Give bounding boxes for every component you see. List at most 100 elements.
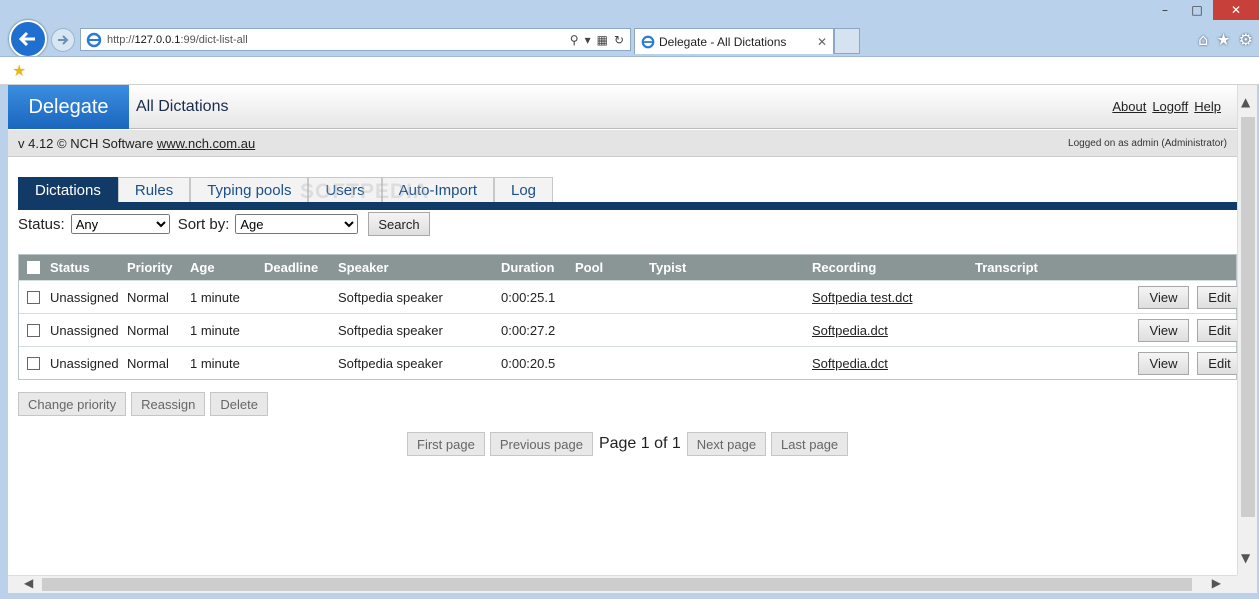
about-link[interactable]: About [1112,99,1146,114]
recording-link[interactable]: Softpedia test.dct [812,290,912,305]
ie-logo-icon [641,35,655,48]
refresh-icon[interactable]: ↻ [614,33,624,47]
favorites-star-icon[interactable]: ★ [1216,30,1230,49]
help-link[interactable]: Help [1194,99,1221,114]
dictations-table: Status Priority Age Deadline Speaker Dur… [18,254,1237,380]
col-status[interactable]: Status [50,255,90,280]
table-row: Unassigned Normal 1 minute Softpedia spe… [19,346,1237,379]
main-tabs: Dictations Rules Typing pools Users Auto… [18,177,554,202]
row-age: 1 minute [190,322,240,338]
browser-tab[interactable]: Delegate - All Dictations ✕ [634,28,834,54]
first-page-button[interactable]: First page [407,432,485,456]
scroll-up-icon[interactable]: ▲ [1241,95,1250,109]
address-bar[interactable]: http://127.0.0.1:99/dict-list-all ⚲ ▾ ▦ … [80,28,631,51]
gear-icon[interactable]: ⚙ [1239,30,1253,49]
col-pool[interactable]: Pool [575,255,603,280]
view-button[interactable]: View [1138,285,1189,309]
pagination: First page Previous page Page 1 of 1 Nex… [407,432,849,456]
version-text: v 4.12 © NCH Software www.nch.com.au [18,136,256,151]
tab-dictations[interactable]: Dictations [18,177,118,202]
sort-label: Sort by: [177,215,230,233]
dropdown-arrow-icon[interactable]: ▾ [585,33,591,47]
edit-button[interactable]: Edit [1197,285,1237,309]
home-icon[interactable]: ⌂ [1198,30,1208,49]
last-page-button[interactable]: Last page [771,432,849,456]
table-row: Unassigned Normal 1 minute Softpedia spe… [19,280,1237,313]
page-indicator: Page 1 of 1 [598,435,681,452]
scroll-right-icon[interactable]: ▶ [1212,576,1221,590]
minimize-icon[interactable]: – [1149,0,1181,20]
col-speaker[interactable]: Speaker [338,255,389,280]
col-recording[interactable]: Recording [812,255,876,280]
version-bar: v 4.12 © NCH Software www.nch.com.au Log… [8,130,1237,157]
row-priority: Normal [127,289,169,305]
maximize-icon[interactable]: □ [1181,0,1213,20]
col-deadline[interactable]: Deadline [264,255,318,280]
compatibility-view-icon[interactable]: ▦ [597,33,608,47]
filter-bar: Status: Any Sort by: Age Search [18,212,430,236]
horizontal-scroll-thumb[interactable] [42,578,1192,591]
add-favorites-icon[interactable]: ★ [12,61,26,80]
close-tab-icon[interactable]: ✕ [817,35,827,49]
reassign-button[interactable]: Reassign [131,392,206,416]
col-age[interactable]: Age [190,255,215,280]
vertical-scroll-thumb[interactable] [1241,117,1255,517]
forward-button[interactable] [51,28,75,52]
tab-underline [18,202,1237,210]
recording-link[interactable]: Softpedia.dct [812,323,888,338]
table-header: Status Priority Age Deadline Speaker Dur… [19,255,1236,280]
scroll-down-icon[interactable]: ▼ [1241,551,1250,565]
tab-log[interactable]: Log [494,177,554,202]
delete-button[interactable]: Delete [210,392,268,416]
scrollbar-corner [1237,575,1257,593]
row-duration: 0:00:27.2 [501,322,556,338]
row-speaker: Softpedia speaker [338,322,443,338]
col-priority[interactable]: Priority [127,255,173,280]
back-arrow-icon [18,31,35,47]
tab-rules[interactable]: Rules [117,177,191,202]
brand-logo[interactable]: Delegate [8,85,129,129]
col-duration[interactable]: Duration [501,255,554,280]
watermark: SOFTPEDIA [300,180,430,203]
new-tab-button[interactable] [834,28,860,54]
col-transcript[interactable]: Transcript [975,255,1038,280]
edit-button[interactable]: Edit [1197,318,1237,342]
view-button[interactable]: View [1138,318,1189,342]
search-button[interactable]: Search [368,212,430,236]
tab-typing-pools[interactable]: Typing pools [190,177,309,202]
window-controls: – □ ✕ [1149,0,1259,22]
recording-link[interactable]: Softpedia.dct [812,356,888,371]
change-priority-button[interactable]: Change priority [18,392,127,416]
view-button[interactable]: View [1138,351,1189,375]
select-all-checkbox[interactable] [27,261,40,274]
row-priority: Normal [127,322,169,338]
row-status: Unassigned [50,289,119,305]
status-select[interactable]: Any [70,214,170,234]
tab-title: Delegate - All Dictations [659,34,787,49]
horizontal-scrollbar[interactable]: ◀ ▶ [8,575,1237,593]
favorites-bar: ★ [0,56,1259,85]
back-button[interactable] [9,20,47,58]
row-duration: 0:00:20.5 [501,355,556,371]
row-age: 1 minute [190,355,240,371]
scroll-left-icon[interactable]: ◀ [24,576,33,590]
row-checkbox[interactable] [27,323,40,337]
row-priority: Normal [127,355,169,371]
address-url: http://127.0.0.1:99/dict-list-all [107,33,248,46]
vertical-scrollbar[interactable]: ▲ ▼ [1237,85,1257,575]
nch-site-link[interactable]: www.nch.com.au [157,136,255,151]
ie-logo-icon [86,32,102,47]
row-checkbox[interactable] [27,290,40,304]
sort-select[interactable]: Age [235,214,359,234]
close-window-icon[interactable]: ✕ [1213,0,1259,20]
forward-arrow-icon [58,35,69,45]
previous-page-button[interactable]: Previous page [489,432,593,456]
edit-button[interactable]: Edit [1197,351,1237,375]
logged-on-text: Logged on as admin (Administrator) [1068,138,1227,149]
col-typist[interactable]: Typist [649,255,686,280]
logoff-link[interactable]: Logoff [1152,99,1188,114]
search-icon[interactable]: ⚲ [570,33,579,47]
row-checkbox[interactable] [27,356,40,370]
next-page-button[interactable]: Next page [686,432,767,456]
row-age: 1 minute [190,289,240,305]
